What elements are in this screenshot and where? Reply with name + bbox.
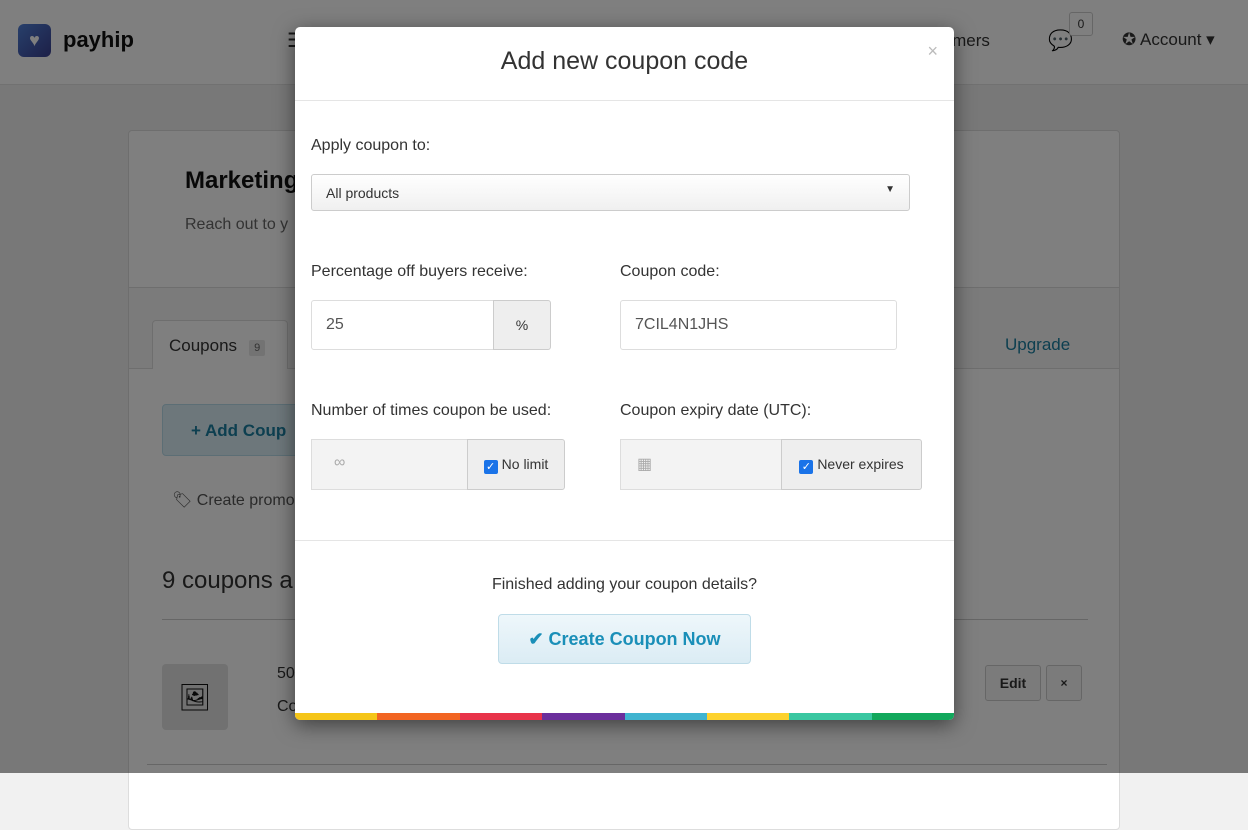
stripe-segment [459,713,543,720]
color-stripe [295,713,954,720]
no-limit-checkbox[interactable]: ✓ No limit [467,439,565,490]
select-value: All products [326,185,400,201]
expiry-label: Coupon expiry date (UTC): [620,402,812,419]
uses-label: Number of times coupon be used: [311,402,552,419]
stripe-segment [706,713,790,720]
stripe-segment [624,713,707,720]
caret-down-icon: ▼ [885,184,895,195]
apply-select[interactable]: All products ▼ [311,174,910,211]
no-limit-label: No limit [501,456,549,472]
never-expires-label: Never expires [817,456,904,472]
modal-title: Add new coupon code [500,47,749,75]
finished-prompt: Finished adding your coupon details? [491,576,758,593]
stripe-segment [295,713,378,720]
check-icon: ✔ [528,629,544,649]
coupon-code-input[interactable]: 7CIL4N1JHS [620,300,897,350]
checkbox-checked-icon: ✓ [483,460,498,474]
percent-label: Percentage off buyers receive: [311,263,528,280]
add-coupon-modal: Add new coupon code × Apply coupon to: A… [295,27,954,720]
percent-input[interactable]: 25 [311,300,494,350]
stripe-segment [377,713,460,720]
divider [295,540,954,541]
apply-label: Apply coupon to: [311,137,431,154]
percent-addon: % [493,300,551,350]
stripe-segment [789,713,872,720]
close-icon[interactable]: × [927,41,938,62]
stripe-segment [871,713,954,720]
stripe-segment [542,713,625,720]
checkbox-checked-icon: ✓ [799,460,814,474]
create-label: Create Coupon Now [548,629,721,649]
code-label: Coupon code: [620,263,720,280]
create-coupon-button[interactable]: ✔ Create Coupon Now [498,614,751,664]
calendar-icon[interactable]: ▦ [620,439,782,490]
infinity-icon: ∞ [311,439,468,490]
divider [295,100,954,101]
never-expires-checkbox[interactable]: ✓ Never expires [781,439,922,490]
